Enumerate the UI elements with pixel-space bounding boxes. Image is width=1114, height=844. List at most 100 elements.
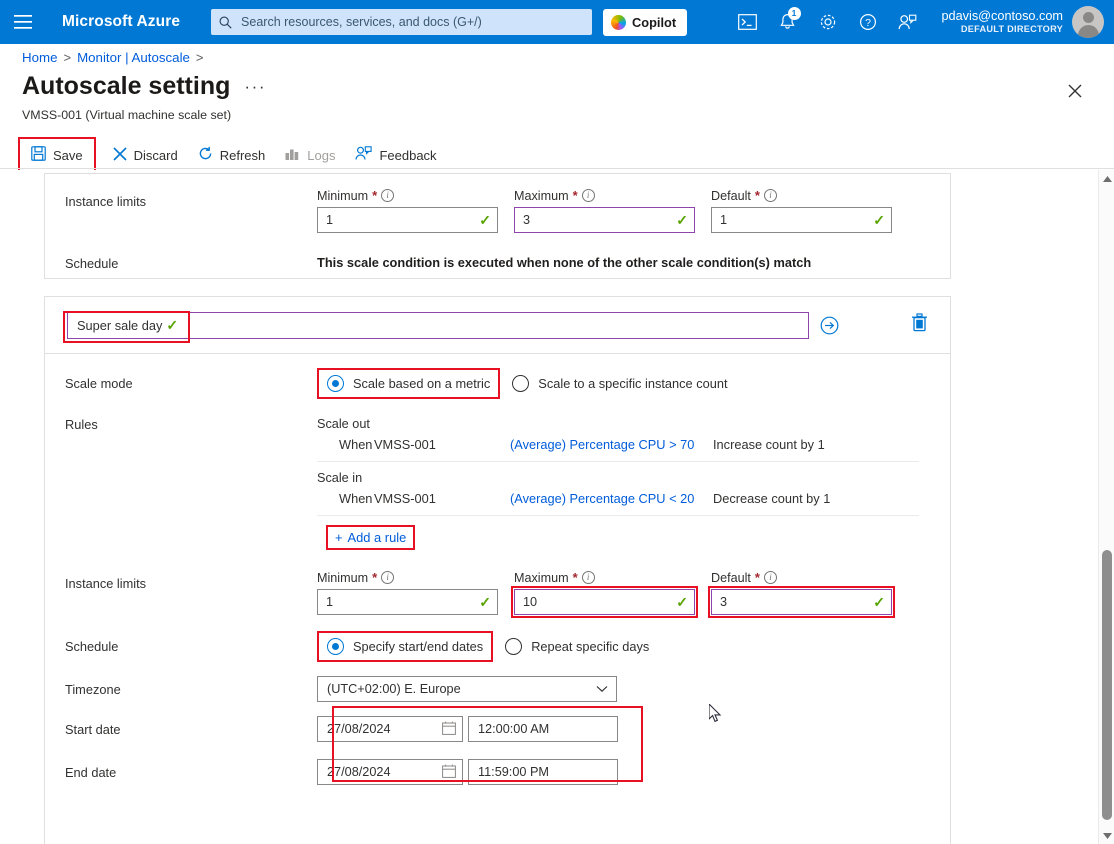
schedule-option-start-end-dates[interactable]: Specify start/end dates — [317, 631, 494, 662]
refresh-button[interactable]: Refresh — [189, 141, 275, 169]
save-disk-icon — [31, 146, 46, 164]
default-minimum-value: 1 — [326, 213, 334, 227]
default-minimum-input[interactable]: 1 ✓ — [317, 207, 498, 233]
rule-metric-link[interactable]: (Average) Percentage CPU > 70 — [510, 437, 713, 452]
settings-gear-icon[interactable] — [808, 0, 848, 44]
valid-check-icon: ✓ — [873, 594, 885, 610]
timezone-value: (UTC+02:00) E. Europe — [327, 682, 461, 696]
rule-metric-link[interactable]: (Average) Percentage CPU < 20 — [510, 491, 713, 506]
close-icon[interactable] — [1062, 78, 1088, 104]
feedback-smiley-icon[interactable] — [888, 0, 928, 44]
radio-selected-icon — [327, 375, 344, 392]
super-sale-day-condition-card: Super sale day ✓ Scale mode Scale based … — [44, 296, 951, 844]
notifications-bell-icon[interactable]: 1 — [768, 0, 808, 44]
top-navigation-bar: Microsoft Azure Copilot — [0, 0, 1114, 44]
timezone-row: Timezone (UTC+02:00) E. Europe — [45, 662, 950, 702]
start-date-label: Start date — [65, 721, 121, 737]
start-date-row: Start date 27/08/2024 12:00:00 AM — [45, 702, 950, 742]
super-minimum-input[interactable]: 1 ✓ — [317, 589, 498, 615]
required-asterisk: * — [754, 188, 760, 203]
vertical-scrollbar[interactable] — [1098, 170, 1114, 844]
default-default-input[interactable]: 1 ✓ — [711, 207, 892, 233]
info-icon[interactable]: i — [763, 189, 777, 202]
breadcrumb-item-home[interactable]: Home — [22, 50, 57, 65]
required-asterisk: * — [372, 570, 378, 585]
breadcrumb-item-monitor-autoscale[interactable]: Monitor | Autoscale — [77, 50, 190, 65]
default-maximum-input[interactable]: 3 ✓ — [514, 207, 695, 233]
page-subtitle: VMSS-001 (Virtual machine scale set) — [22, 108, 232, 122]
calendar-icon[interactable] — [442, 721, 456, 738]
feedback-icon — [355, 146, 373, 164]
discard-button[interactable]: Discard — [104, 141, 187, 169]
logs-button[interactable]: Logs — [276, 141, 344, 169]
add-rule-button[interactable]: + Add a rule — [328, 527, 413, 548]
breadcrumb: Home > Monitor | Autoscale > — [22, 50, 204, 65]
default-schedule-text: This scale condition is executed when no… — [317, 255, 812, 270]
rule-action: Decrease count by 1 — [713, 491, 831, 506]
search-input[interactable] — [239, 14, 585, 30]
end-date-label: End date — [65, 764, 117, 780]
azure-brand-label[interactable]: Microsoft Azure — [62, 13, 180, 31]
end-date-value: 27/08/2024 — [327, 765, 391, 779]
scale-mode-row: Scale mode Scale based on a metric Scale… — [45, 354, 950, 399]
default-instance-limits-label: Instance limits — [65, 194, 147, 209]
hamburger-menu-icon[interactable] — [0, 0, 46, 44]
calendar-icon[interactable] — [442, 764, 456, 781]
global-search-box[interactable] — [211, 9, 593, 35]
super-minimum-label: Minimum — [317, 570, 369, 585]
super-maximum-input[interactable]: 10 ✓ — [511, 586, 698, 618]
save-button[interactable]: Save — [22, 141, 92, 169]
table-row[interactable]: When VMSS-001 (Average) Percentage CPU >… — [317, 437, 919, 462]
start-date-fields: 27/08/2024 12:00:00 AM — [317, 716, 618, 742]
scale-mode-option-metric[interactable]: Scale based on a metric — [317, 368, 501, 399]
dates-block: Start date 27/08/2024 12:00:00 AM End da… — [45, 702, 950, 785]
info-icon[interactable]: i — [381, 189, 395, 202]
move-condition-arrow-icon[interactable] — [820, 316, 839, 335]
help-question-icon[interactable]: ? — [848, 0, 888, 44]
info-icon[interactable]: i — [581, 571, 595, 584]
more-options-ellipsis[interactable]: ··· — [244, 77, 266, 99]
super-instance-limits-row: Instance limits Minimum * i 1 ✓ Maximum … — [45, 550, 950, 618]
table-row[interactable]: When VMSS-001 (Average) Percentage CPU <… — [317, 491, 919, 516]
delete-condition-trash-icon[interactable] — [911, 313, 928, 335]
chevron-down-icon — [596, 682, 608, 696]
required-asterisk: * — [372, 188, 378, 203]
scale-mode-label: Scale mode — [65, 376, 133, 391]
super-maximum-field: Maximum * i 10 ✓ — [511, 570, 698, 618]
end-time-input[interactable]: 11:59:00 PM — [468, 759, 618, 785]
super-minimum-field: Minimum * i 1 ✓ — [317, 570, 498, 615]
feedback-button[interactable]: Feedback — [346, 141, 445, 169]
timezone-select[interactable]: (UTC+02:00) E. Europe — [317, 676, 617, 702]
svg-text:?: ? — [865, 17, 871, 29]
scroll-up-arrow-icon[interactable] — [1099, 170, 1114, 187]
scroll-down-arrow-icon[interactable] — [1099, 827, 1114, 844]
info-icon[interactable]: i — [381, 571, 395, 584]
avatar[interactable] — [1072, 6, 1104, 38]
condition-name-input[interactable]: Super sale day ✓ — [67, 311, 809, 339]
super-default-label-row: Default * i — [711, 570, 892, 585]
super-instance-limits-fields: Minimum * i 1 ✓ Maximum * i 10 ✓ Default… — [317, 570, 895, 618]
cloud-shell-icon[interactable] — [728, 0, 768, 44]
copilot-button[interactable]: Copilot — [603, 8, 688, 36]
start-date-input[interactable]: 27/08/2024 — [317, 716, 463, 742]
scale-mode-option-metric-label: Scale based on a metric — [353, 376, 491, 391]
start-time-input[interactable]: 12:00:00 AM — [468, 716, 618, 742]
scale-mode-option-instance-count[interactable]: Scale to a specific instance count — [508, 371, 733, 396]
rule-when-label: When — [339, 437, 373, 452]
super-default-field: Default * i 3 ✓ — [708, 570, 895, 618]
end-date-row: End date 27/08/2024 11:59:00 PM — [45, 742, 950, 785]
command-bar-divider — [0, 168, 1114, 169]
account-menu[interactable]: pdavis@contoso.com DEFAULT DIRECTORY — [928, 0, 1114, 44]
default-default-label-row: Default * i — [711, 188, 892, 203]
default-maximum-value: 3 — [523, 213, 531, 227]
schedule-option-repeat-days[interactable]: Repeat specific days — [501, 634, 655, 659]
info-icon[interactable]: i — [763, 571, 777, 584]
schedule-option-repeat-days-label: Repeat specific days — [531, 639, 650, 654]
super-default-input[interactable]: 3 ✓ — [708, 586, 895, 618]
super-minimum-label-row: Minimum * i — [317, 570, 498, 585]
info-icon[interactable]: i — [581, 189, 595, 202]
scrollbar-thumb[interactable] — [1102, 550, 1112, 820]
timezone-label: Timezone — [65, 681, 121, 697]
end-date-input[interactable]: 27/08/2024 — [317, 759, 463, 785]
breadcrumb-separator-2: > — [195, 50, 204, 65]
